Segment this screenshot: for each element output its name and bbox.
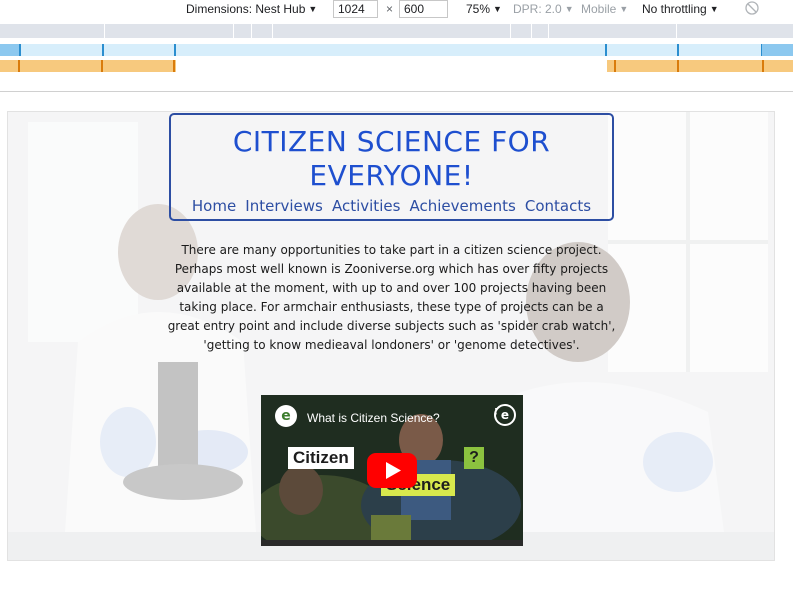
dpr-dropdown[interactable]: DPR: 2.0 ▼ [513, 1, 574, 17]
chevron-down-icon: ▼ [709, 4, 719, 14]
site-title: CITIZEN SCIENCE FOR EVERYONE! [232, 125, 551, 192]
rotate-icon[interactable] [745, 1, 759, 15]
channel-logo-icon[interactable]: e [275, 405, 297, 427]
throttling-label: No throttling [642, 2, 707, 16]
nav-link-contacts[interactable]: Contacts [525, 197, 591, 215]
dimensions-label: Dimensions: Nest Hub [186, 2, 306, 16]
height-input[interactable]: 600 [399, 0, 448, 18]
media-query-bar-orange[interactable] [0, 60, 793, 72]
nav-link-activities[interactable]: Activities [332, 197, 400, 215]
video-progress-bar [261, 540, 523, 546]
media-query-bar-gray[interactable] [0, 24, 793, 38]
device-type-dropdown[interactable]: Mobile ▼ [581, 1, 628, 17]
chevron-down-icon: ▼ [308, 4, 318, 14]
youtube-embed[interactable]: e What is Citizen Science? ⋮ e Citizen S… [261, 395, 523, 546]
chevron-down-icon: ▼ [564, 4, 574, 14]
thumbnail-question-mark: ? [464, 447, 484, 469]
site-header: CITIZEN SCIENCE FOR EVERYONE! Home Inter… [169, 113, 614, 221]
zoom-dropdown[interactable]: 75% ▼ [466, 1, 502, 17]
youtube-play-icon[interactable] [367, 453, 417, 488]
nav-link-interviews[interactable]: Interviews [245, 197, 323, 215]
zoom-label: 75% [466, 2, 491, 16]
intro-paragraph: There are many opportunities to take par… [167, 243, 616, 352]
times-sign: × [386, 2, 394, 16]
dimensions-dropdown[interactable]: Dimensions: Nest Hub ▼ [186, 1, 317, 17]
nav-link-home[interactable]: Home [192, 197, 236, 215]
nav-link-achievements[interactable]: Achievements [410, 197, 516, 215]
ruler-divider [0, 91, 793, 92]
media-query-bar-blue[interactable] [0, 44, 793, 56]
video-title[interactable]: What is Citizen Science? [307, 411, 440, 425]
device-type-label: Mobile [581, 2, 617, 16]
main-nav: Home Interviews Activities Achievements … [171, 196, 612, 216]
chevron-down-icon: ▼ [493, 4, 502, 14]
width-input[interactable]: 1024 [333, 0, 378, 18]
thumbnail-citizen-label: Citizen [288, 447, 354, 469]
device-toolbar: Dimensions: Nest Hub ▼ 1024 × 600 75% ▼ DP… [0, 0, 793, 20]
dpr-label: DPR: 2.0 [513, 2, 562, 16]
corner-logo-icon: e [494, 404, 516, 426]
chevron-down-icon: ▼ [619, 4, 629, 14]
throttling-dropdown[interactable]: No throttling ▼ [642, 1, 719, 17]
page-viewport: CITIZEN SCIENCE FOR EVERYONE! Home Inter… [7, 111, 775, 561]
